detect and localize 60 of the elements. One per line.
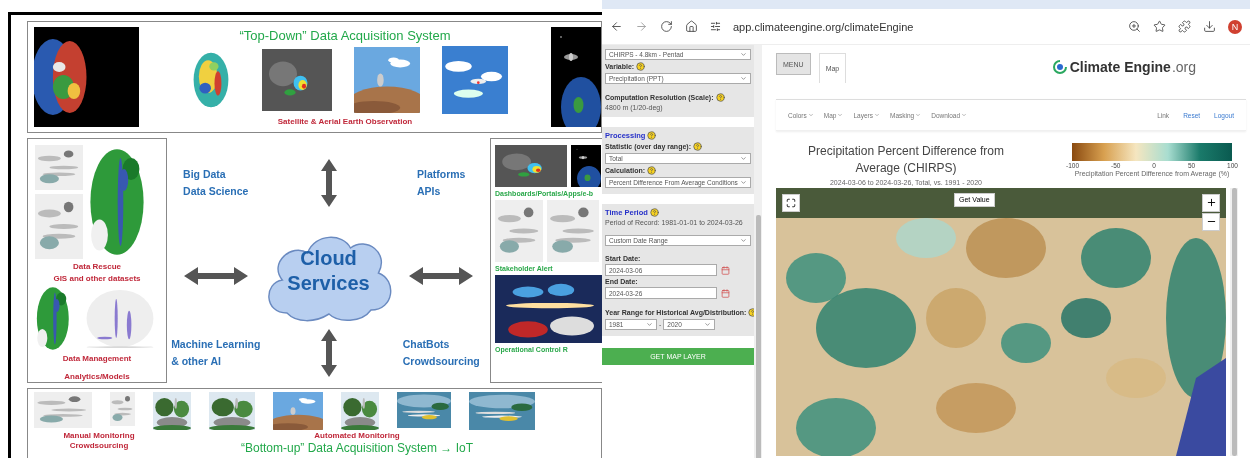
section-title: “Top-Down” Data Acquisition System: [239, 28, 451, 43]
diagram-label: Big Data: [183, 166, 226, 182]
caption: Data Rescue: [73, 262, 121, 271]
caption: Satellite & Aerial Earth Observation: [277, 117, 413, 126]
diagram-label: ChatBots: [402, 336, 450, 352]
double-arrow: [320, 159, 337, 207]
caret-icon: [961, 112, 968, 118]
caret-icon: [646, 321, 653, 328]
profile-avatar[interactable]: N: [1228, 19, 1242, 34]
caption: Automated Monitoring: [314, 431, 400, 440]
diagram-label: & other AI: [171, 354, 221, 369]
caret-icon: [915, 112, 922, 118]
help-icon[interactable]: [692, 142, 702, 151]
caret-icon: [740, 75, 747, 82]
double-arrow: [183, 266, 248, 285]
caption: Analytics/Models: [64, 372, 130, 381]
diagram-label: Crowdsourcing: [402, 354, 480, 369]
caret-icon: [873, 112, 880, 118]
caption: Crowdsourcing: [69, 441, 129, 450]
calendar-icon[interactable]: [721, 288, 730, 298]
reload-icon[interactable]: [660, 20, 673, 33]
logo-icon: [1052, 60, 1067, 74]
calendar-icon[interactable]: [721, 265, 730, 275]
help-icon[interactable]: [636, 62, 646, 71]
plus-icon: [1205, 197, 1217, 209]
double-arrow: [409, 266, 474, 285]
address-bar[interactable]: app.climateengine.org/climateEngine: [733, 20, 1116, 33]
caption: GIS and other datasets: [53, 274, 141, 283]
fullscreen-icon: [786, 197, 796, 208]
double-arrow: [320, 329, 337, 377]
site-settings-icon[interactable]: [710, 21, 721, 32]
diagram-label: APIs: [417, 184, 441, 199]
caret-icon: [837, 112, 844, 118]
diagram-label: Platforms: [417, 166, 466, 182]
zoom-icon[interactable]: [1128, 20, 1141, 33]
back-icon[interactable]: [610, 20, 623, 33]
diagram-label: Data Science: [183, 184, 249, 199]
help-icon[interactable]: [715, 93, 725, 102]
help-icon[interactable]: [649, 208, 659, 217]
home-icon[interactable]: [685, 20, 698, 33]
logo-domain: .org: [1171, 59, 1196, 75]
help-icon[interactable]: [647, 131, 657, 140]
caret-icon: [704, 321, 712, 328]
caret-icon: [807, 112, 814, 118]
cloud-label: Cloud Services: [286, 246, 371, 296]
caret-icon: [740, 237, 747, 244]
section-title: “Bottom-up” Data Acquisition System → IoT: [240, 441, 474, 455]
caption: Data Management: [62, 354, 132, 363]
caret-icon: [740, 51, 747, 58]
extensions-icon[interactable]: [1178, 20, 1191, 33]
bookmark-icon[interactable]: [1153, 20, 1166, 33]
caret-icon: [740, 155, 747, 162]
map-title: Precipitation Percent Difference from Average (CHIRPS): [807, 143, 1005, 177]
caret-icon: [740, 179, 747, 186]
diagram-label: Machine Learning: [171, 336, 261, 352]
download-icon[interactable]: [1203, 20, 1216, 33]
logo-text: Climate Engine: [1069, 59, 1171, 75]
caption: Manual Monitoring: [63, 431, 135, 440]
forward-icon[interactable]: [635, 20, 648, 33]
help-icon[interactable]: [647, 166, 657, 175]
